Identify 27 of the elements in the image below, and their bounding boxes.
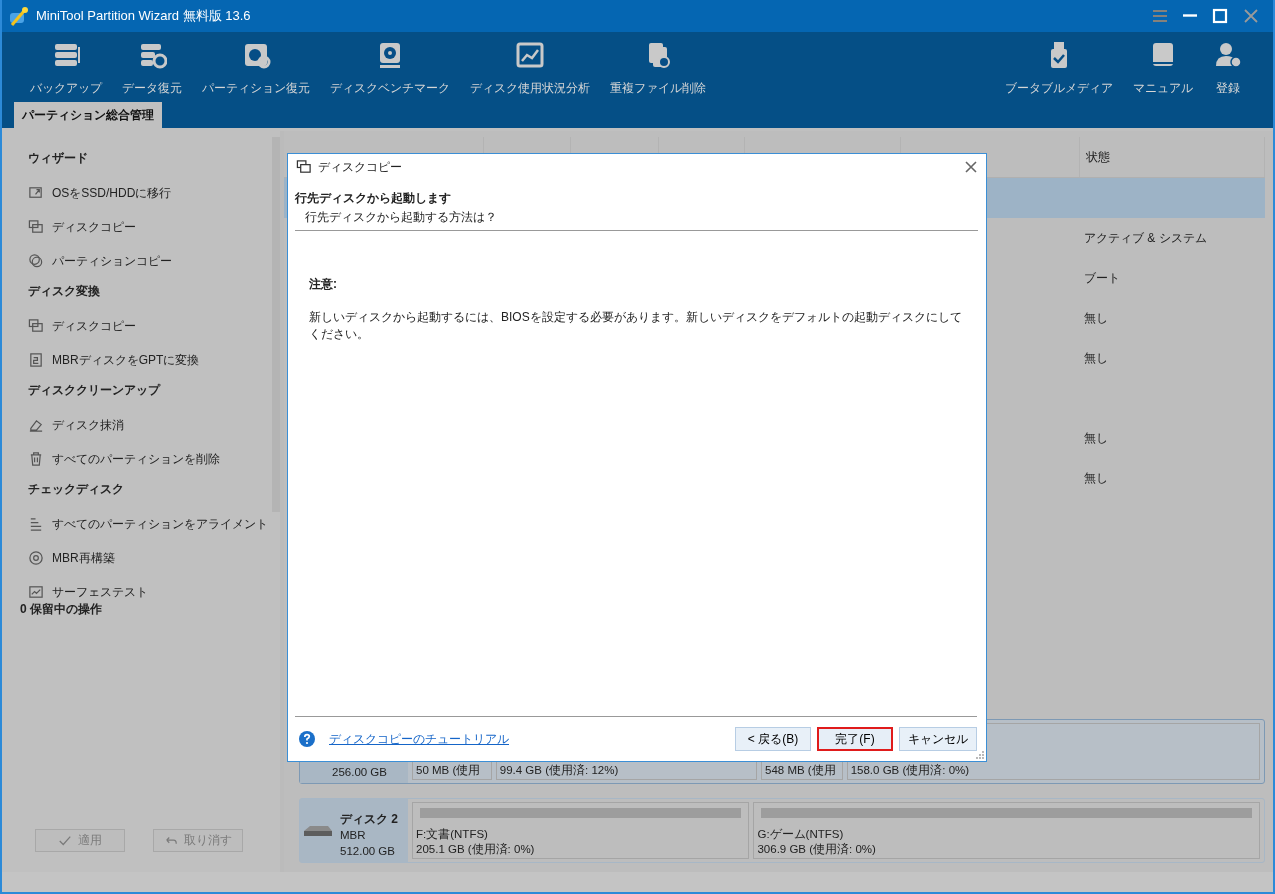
partition-detail: 205.1 GB (使用済: 0%) [416,842,536,857]
dialog-title: ディスクコピー [318,158,402,176]
disk-type: MBR [340,829,367,843]
disk-size: 256.00 GB [332,766,387,780]
partition-label: F:文書(NTFS) [416,828,488,840]
section-heading: チェックディスク [28,481,125,498]
partition-detail: 306.9 GB (使用済: 0%) [757,842,877,857]
partition-detail: 50 MB (使用 [416,763,482,778]
dialog-heading: 行先ディスクから起動します [295,190,452,207]
section-heading: ウィザード [28,150,89,167]
partition-detail: 548 MB (使用 [765,763,837,778]
table-cell: アクティブ & システム [1084,230,1207,245]
section-heading: ディスククリーンアップ [28,382,162,399]
partition-detail: 158.0 GB (使用済: 0%) [850,763,971,778]
note-title: 注意: [309,276,338,293]
table-cell: 無し [1084,350,1108,365]
window-title: MiniTool Partition Wizard 無料版 13.6 [36,7,251,25]
note-text: 新しいディスクから起動するには、BIOSを設定する必要があります。新しいディスクをデフォルトの起動ディスクにしてください。 [309,309,963,343]
table-cell: 無し [1084,470,1108,485]
partition-detail: 99.4 GB (使用済: 12%) [499,763,620,778]
dialog-subheading: 行先ディスクから起動する方法は？ [304,209,498,226]
disk-size: 512.00 GB [340,845,396,859]
table-cell: 無し [1084,430,1108,445]
section-heading: ディスク変換 [28,283,101,300]
pending-operations-label: 0 保留中の操作 [20,601,103,618]
partition-label: G:ゲーム(NTFS) [757,828,844,840]
disk-name: ディスク 2 [340,811,398,828]
